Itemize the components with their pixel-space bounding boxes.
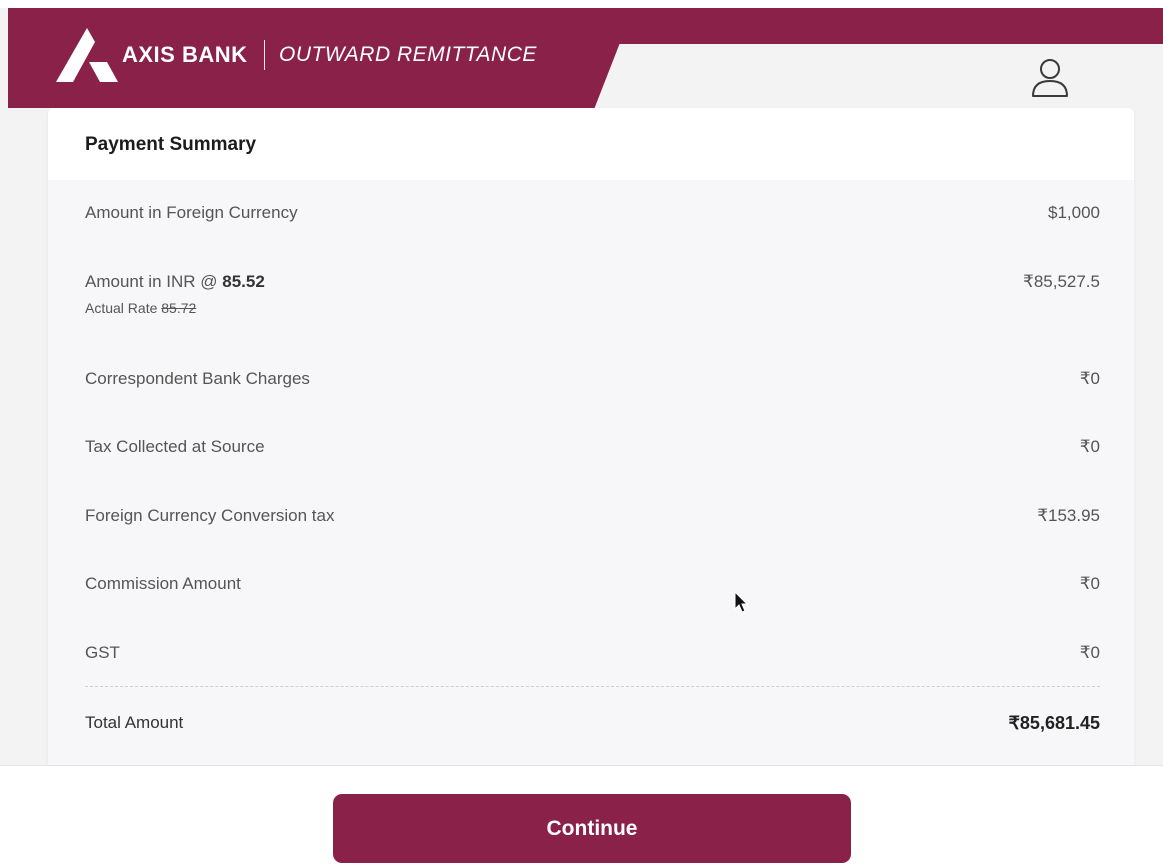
row-value: ₹0: [1079, 369, 1100, 388]
top-strip: [0, 0, 1163, 8]
app-brand: AXIS BANK OUTWARD REMITTANCE: [122, 40, 537, 70]
brand-name: AXIS BANK: [122, 42, 248, 67]
user-profile-icon[interactable]: [1030, 56, 1070, 100]
row-label: Tax Collected at Source: [85, 437, 265, 456]
row-value: ₹85,527.5: [1023, 272, 1100, 291]
row-value: ₹153.95: [1037, 506, 1100, 525]
row-label-prefix: Amount in INR @: [85, 272, 223, 291]
row-label: GST: [85, 643, 120, 662]
axis-bank-logo-icon: [56, 28, 118, 82]
row-value: $1,000: [1048, 203, 1100, 222]
continue-button[interactable]: Continue: [333, 794, 851, 863]
row-value: ₹0: [1079, 437, 1100, 456]
total-divider: [85, 686, 1100, 687]
card-title: Payment Summary: [85, 134, 257, 155]
product-name: OUTWARD REMITTANCE: [279, 43, 537, 66]
row-label: Amount in Foreign Currency: [85, 203, 298, 222]
total-value: ₹85,681.45: [1008, 713, 1100, 733]
row-value: ₹0: [1079, 643, 1100, 662]
row-label: Correspondent Bank Charges: [85, 369, 310, 388]
row-label: Commission Amount: [85, 574, 241, 593]
row-value: ₹0: [1079, 574, 1100, 593]
actual-rate-value: 85.72: [161, 300, 197, 316]
brand-separator: [263, 40, 266, 70]
mouse-pointer-icon: [734, 591, 749, 613]
card-header: Payment Summary: [48, 108, 1134, 180]
row-label: Amount in INR @ 85.52: [85, 272, 265, 292]
row-label: Foreign Currency Conversion tax: [85, 506, 335, 525]
payment-summary-card: Payment Summary Amount in Foreign Curren…: [48, 108, 1134, 765]
exchange-rate: 85.52: [222, 272, 265, 291]
total-label: Total Amount: [85, 713, 184, 732]
actual-rate-line: Actual Rate 85.72: [85, 300, 196, 316]
actual-rate-label: Actual Rate: [85, 300, 162, 316]
